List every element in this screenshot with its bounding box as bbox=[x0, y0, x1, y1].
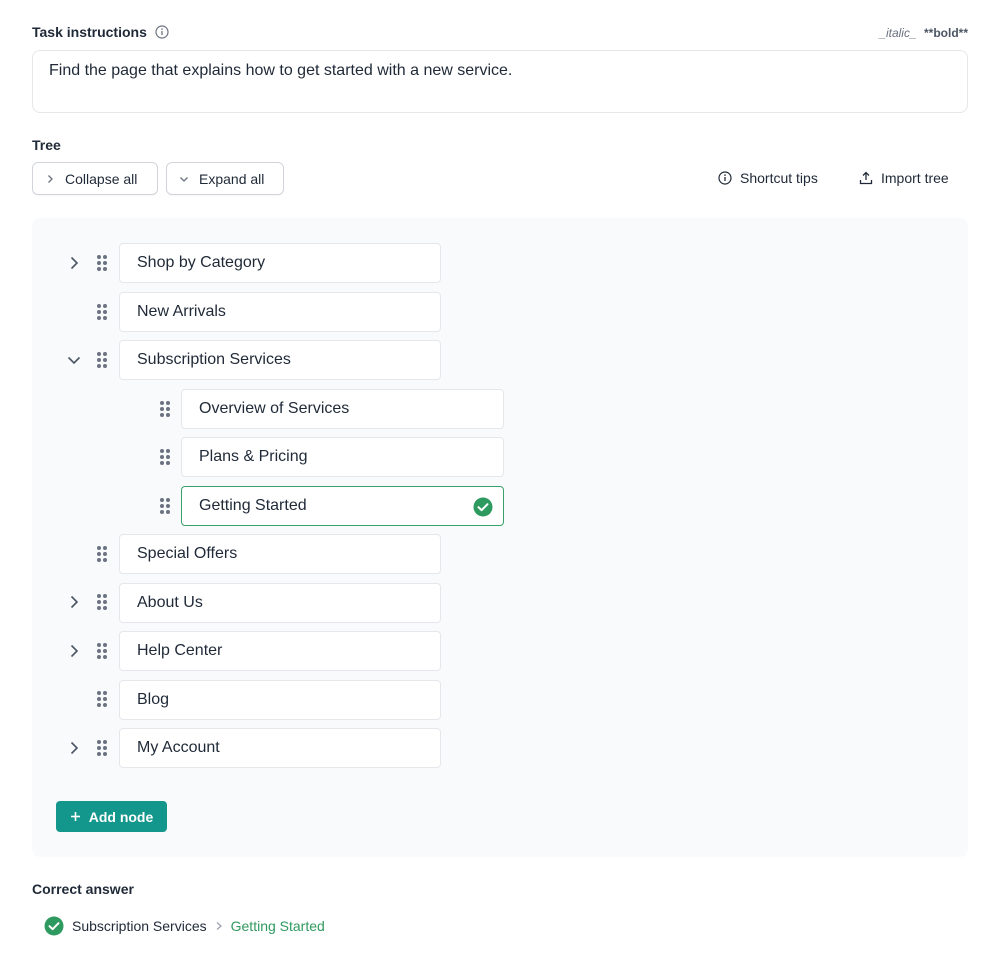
tree-node[interactable]: Subscription Services bbox=[119, 340, 441, 380]
expand-all-button[interactable]: Expand all bbox=[166, 162, 284, 195]
correct-answer-path: Subscription Services Getting Started bbox=[44, 916, 325, 936]
upload-icon bbox=[859, 171, 873, 185]
drag-handle-icon[interactable] bbox=[96, 690, 108, 708]
chevron-right-icon[interactable] bbox=[66, 594, 82, 610]
tree-node[interactable]: Special Offers bbox=[119, 534, 441, 574]
tree-node-correct[interactable]: Getting Started bbox=[181, 486, 504, 526]
tree-node[interactable]: My Account bbox=[119, 728, 441, 768]
answer-path-leaf: Getting Started bbox=[230, 918, 325, 934]
chevron-right-icon bbox=[216, 922, 222, 930]
info-icon[interactable] bbox=[155, 25, 169, 39]
check-circle-icon bbox=[473, 497, 493, 517]
plus-icon bbox=[70, 812, 80, 821]
tree-node[interactable]: Help Center bbox=[119, 631, 441, 671]
answer-path-parent: Subscription Services bbox=[72, 918, 207, 934]
drag-handle-icon[interactable] bbox=[96, 545, 108, 563]
shortcut-tips-button[interactable]: Shortcut tips bbox=[718, 170, 818, 186]
chevron-right-icon[interactable] bbox=[66, 643, 82, 659]
drag-handle-icon[interactable] bbox=[96, 303, 108, 321]
drag-handle-icon[interactable] bbox=[159, 448, 171, 466]
drag-handle-icon[interactable] bbox=[159, 497, 171, 515]
info-icon bbox=[718, 171, 732, 185]
drag-handle-icon[interactable] bbox=[159, 400, 171, 418]
tree-node[interactable]: Shop by Category bbox=[119, 243, 441, 283]
chevron-down-icon bbox=[180, 176, 188, 182]
drag-handle-icon[interactable] bbox=[96, 593, 108, 611]
tree-node[interactable]: Overview of Services bbox=[181, 389, 504, 429]
chevron-right-icon[interactable] bbox=[66, 255, 82, 271]
add-node-button[interactable]: Add node bbox=[56, 801, 167, 832]
chevron-down-icon[interactable] bbox=[66, 352, 82, 368]
drag-handle-icon[interactable] bbox=[96, 739, 108, 757]
tree-node[interactable]: Blog bbox=[119, 680, 441, 720]
chevron-right-icon bbox=[48, 174, 53, 183]
drag-handle-icon[interactable] bbox=[96, 254, 108, 272]
import-tree-button[interactable]: Import tree bbox=[859, 170, 949, 186]
tree-node[interactable]: About Us bbox=[119, 583, 441, 623]
markdown-hint: _italic_ **bold** bbox=[879, 26, 968, 40]
collapse-all-button[interactable]: Collapse all bbox=[32, 162, 158, 195]
tree-label: Tree bbox=[32, 137, 61, 153]
tree-node[interactable]: Plans & Pricing bbox=[181, 437, 504, 477]
check-circle-icon bbox=[44, 916, 64, 936]
task-instructions-input[interactable]: Find the page that explains how to get s… bbox=[32, 50, 968, 113]
drag-handle-icon[interactable] bbox=[96, 351, 108, 369]
task-instructions-label: Task instructions bbox=[32, 24, 169, 40]
correct-answer-label: Correct answer bbox=[32, 881, 134, 897]
drag-handle-icon[interactable] bbox=[96, 642, 108, 660]
tree-node[interactable]: New Arrivals bbox=[119, 292, 441, 332]
chevron-right-icon[interactable] bbox=[66, 740, 82, 756]
